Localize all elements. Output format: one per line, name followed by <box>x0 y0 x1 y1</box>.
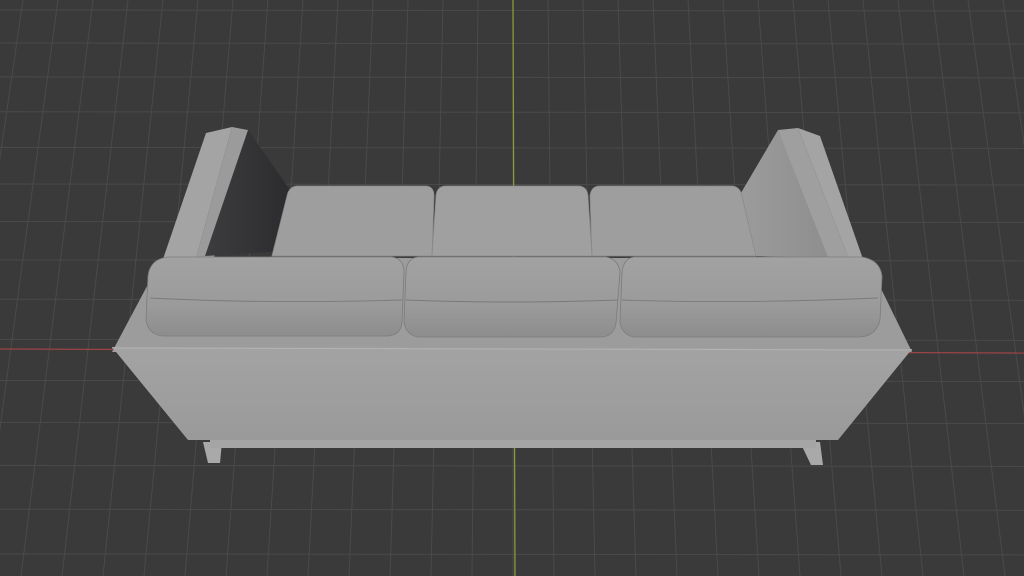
sofa-model[interactable] <box>111 127 913 465</box>
grid-line <box>897 0 965 576</box>
viewport-canvas[interactable] <box>0 0 1024 576</box>
grid-line <box>0 183 1024 186</box>
back-cushion-left <box>271 185 435 257</box>
back-cushion-middle <box>431 185 593 257</box>
grid-line <box>0 146 1024 149</box>
grid-line <box>0 76 1024 79</box>
grid-line <box>0 508 1024 511</box>
seat-cushion-right <box>619 256 883 338</box>
grid-line <box>20 0 94 576</box>
grid-line <box>932 0 1006 576</box>
grid-line <box>0 42 1024 45</box>
grid-line <box>1002 0 1024 148</box>
grid-line <box>0 9 1024 12</box>
grid-line <box>0 0 59 433</box>
grid-line <box>0 111 1024 114</box>
grid-line <box>0 464 1024 467</box>
sofa-front-panel <box>112 347 912 440</box>
3d-viewport[interactable] <box>0 0 1024 576</box>
seat-cushion-left <box>145 256 405 337</box>
grid-line <box>0 553 1024 556</box>
grid-line <box>0 0 24 162</box>
seat-cushion-middle <box>403 256 621 338</box>
sofa-base-rail <box>210 440 816 448</box>
back-cushion-right <box>589 185 757 257</box>
grid-line <box>61 0 129 576</box>
